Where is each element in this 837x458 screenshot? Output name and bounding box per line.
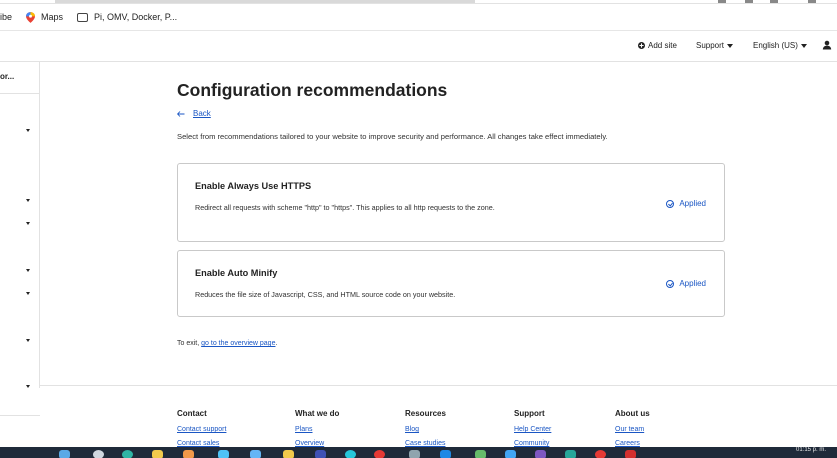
recommendation-card: Enable Auto Minify Reduces the file size… [177,250,725,317]
caret-down-icon [727,43,734,48]
caret-down-icon [800,43,807,48]
system-clock[interactable]: 01:15 p. m. [796,447,826,453]
arrow-left-icon [177,110,185,117]
app-icon[interactable] [595,450,606,458]
app-icon[interactable] [250,450,261,458]
app-icon[interactable] [475,450,486,458]
bookmark-label: Maps [41,12,64,22]
bookmark-label: ibe [0,12,13,22]
footer-heading: Resources [405,409,446,418]
user-icon [822,40,832,50]
site-header: Add site Support English (US) [0,31,837,62]
card-description: Redirect all requests with scheme "http"… [195,203,495,212]
browser-control-icon[interactable] [745,0,753,3]
bookmark-folder[interactable]: Pi, OMV, Docker, P... [77,12,177,22]
footer-heading: Support [514,409,545,418]
page-title: Configuration recommendations [177,80,448,100]
footer-column-what-we-do: What we do Plans Overview [295,409,339,451]
browser-control-icon[interactable] [770,0,778,3]
check-circle-icon [666,279,675,288]
chevron-down-icon[interactable] [26,292,30,295]
chevron-down-icon[interactable] [26,385,30,388]
check-circle-icon [666,199,675,208]
footer-link[interactable]: Contact support [177,423,226,437]
card-description: Reduces the file size of Javascript, CSS… [195,290,456,299]
app-icon[interactable] [374,450,385,458]
folder-icon[interactable] [152,450,163,458]
footer-link[interactable]: Our team [615,423,650,437]
bookmark-item[interactable]: ibe [0,12,12,22]
status-label: Applied [679,279,706,288]
user-menu-button[interactable] [822,40,832,50]
overview-page-link[interactable]: go to the overview page [201,340,275,347]
page-description: Select from recommendations tailored to … [177,132,608,141]
app-icon[interactable] [218,450,229,458]
chevron-down-icon[interactable] [26,129,30,132]
app-icon[interactable] [345,450,356,458]
support-dropdown[interactable]: Support [696,41,734,50]
bookmark-label: Pi, OMV, Docker, P... [94,12,178,22]
browser-control-icon[interactable] [718,0,726,3]
language-dropdown[interactable]: English (US) [753,41,807,50]
app-icon[interactable] [535,450,546,458]
app-icon[interactable] [440,450,451,458]
search-icon[interactable] [93,450,104,458]
recommendation-card: Enable Always Use HTTPS Redirect all req… [177,163,725,242]
footer-heading: Contact [177,409,207,418]
applied-status: Applied [666,199,706,208]
browser-control-icon[interactable] [808,0,816,3]
footer-heading: What we do [295,409,340,418]
exit-suffix: . [275,340,278,347]
plus-circle-icon [638,42,645,49]
app-icon[interactable] [122,450,133,458]
chevron-down-icon[interactable] [26,339,30,342]
support-label: Support [696,41,725,50]
app-icon[interactable] [315,450,326,458]
os-taskbar: 01:15 p. m. [0,447,837,458]
folder-icon [77,12,89,22]
app-icon[interactable] [409,450,420,458]
app-icon[interactable] [183,450,194,458]
footer-column-about-us: About us Our team Careers [615,409,650,451]
footer-divider [40,385,837,386]
sidebar-divider [0,93,40,94]
bookmarks-bar: ibe Maps Pi, OMV, Docker, P... [0,4,837,31]
footer-link[interactable]: Plans [295,423,339,437]
language-label: English (US) [753,41,798,50]
card-title: Enable Always Use HTTPS [195,181,312,191]
app-icon[interactable] [283,450,294,458]
footer-link[interactable]: Help Center [514,423,551,437]
status-label: Applied [679,199,706,208]
chevron-down-icon[interactable] [26,222,30,225]
start-icon[interactable] [59,450,70,458]
footer-link[interactable]: Blog [405,423,446,437]
back-link[interactable]: Back [177,109,211,118]
footer-column-contact: Contact Contact support Contact sales [177,409,226,451]
app-icon[interactable] [565,450,576,458]
exit-note: To exit, go to the overview page. [177,340,277,347]
app-icon[interactable] [505,450,516,458]
footer-heading: About us [615,409,650,418]
sidebar: or... [0,62,40,416]
account-name[interactable]: or... [0,72,14,81]
app-icon[interactable] [625,450,636,458]
tab-strip-remnant [55,0,475,3]
back-label: Back [193,109,211,118]
footer-column-support: Support Help Center Community [514,409,551,451]
applied-status: Applied [666,279,706,288]
maps-pin-icon [26,11,36,23]
exit-prefix: To exit, [177,340,200,347]
bookmark-maps[interactable]: Maps [26,11,64,23]
add-site-label: Add site [648,41,677,50]
chevron-down-icon[interactable] [26,199,30,202]
sidebar-divider [0,415,40,416]
chevron-down-icon[interactable] [26,269,30,272]
card-title: Enable Auto Minify [195,268,278,278]
footer-column-resources: Resources Blog Case studies [405,409,446,451]
add-site-button[interactable]: Add site [638,41,677,50]
